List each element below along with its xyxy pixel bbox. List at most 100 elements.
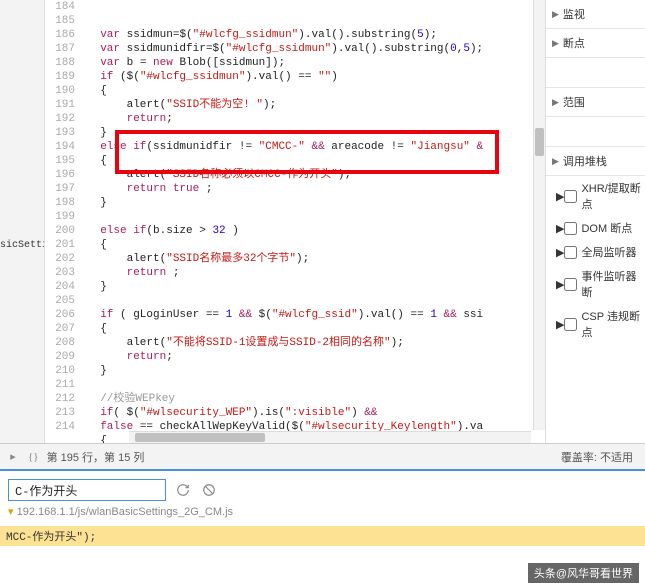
code-line[interactable] — [83, 294, 545, 308]
breakpoint-checkbox[interactable] — [564, 278, 577, 291]
code-line[interactable] — [83, 378, 545, 392]
sidebar-checkbox-row[interactable]: ▶ 事件监听器断 — [546, 264, 645, 304]
line-number: 195 — [45, 154, 75, 168]
breakpoint-checkbox[interactable] — [564, 190, 577, 203]
sidebar-section[interactable]: ▶范围 — [546, 88, 645, 117]
line-number: 207 — [45, 322, 75, 336]
file-tree-item[interactable]: sicSetting — [0, 240, 44, 251]
line-number: 206 — [45, 308, 75, 322]
code-line[interactable]: return true ; — [83, 182, 545, 196]
line-number: 186 — [45, 28, 75, 42]
breakpoint-checkbox[interactable] — [564, 318, 577, 331]
code-line[interactable]: var b = new Blob([ssidmun]); — [83, 56, 545, 70]
refresh-icon[interactable] — [174, 481, 192, 499]
code-line[interactable]: return ; — [83, 266, 545, 280]
code-line[interactable]: var ssidmunidfir=$("#wlcfg_ssidmun").val… — [83, 42, 545, 56]
line-number: 189 — [45, 70, 75, 84]
chevron-right-icon: ▶ — [556, 222, 564, 235]
chevron-right-icon: ▶ — [556, 318, 564, 331]
chevron-right-icon: ▶ — [556, 278, 564, 291]
result-file-path[interactable]: ▾ 192.168.1.1/js/wlanBasicSettings_2G_CM… — [8, 505, 637, 518]
line-number: 205 — [45, 294, 75, 308]
code-line[interactable]: } — [83, 364, 545, 378]
vertical-scrollbar[interactable] — [533, 0, 545, 430]
vertical-scroll-thumb[interactable] — [535, 128, 544, 156]
line-number: 188 — [45, 56, 75, 70]
extensions-icon[interactable]: ▸ — [6, 450, 20, 464]
code-line[interactable]: alert("不能将SSID-1设置成与SSID-2相同的名称"); — [83, 336, 545, 350]
code-content[interactable]: var ssidmun=$("#wlcfg_ssidmun").val().su… — [83, 0, 545, 443]
code-line[interactable]: if( $("#wlsecurity_WEP").is(":visible") … — [83, 406, 545, 420]
line-number: 201 — [45, 238, 75, 252]
format-code-button[interactable]: {} — [28, 451, 39, 463]
code-line[interactable]: alert("SSID名称最多32个字节"); — [83, 252, 545, 266]
sidebar-checkbox-row[interactable]: ▶DOM 断点 — [546, 216, 645, 240]
search-panel: ▾ 192.168.1.1/js/wlanBasicSettings_2G_CM… — [0, 469, 645, 526]
watermark: 头条@风华哥看世界 — [528, 563, 639, 583]
files-tree-panel[interactable]: sicSetting — [0, 0, 45, 443]
line-number: 192 — [45, 112, 75, 126]
status-bar: ▸ {} 第 195 行，第 15 列 覆盖率: 不适用 — [0, 443, 645, 469]
line-number: 198 — [45, 196, 75, 210]
sidebar-section[interactable]: ▶断点 — [546, 29, 645, 58]
line-number: 204 — [45, 280, 75, 294]
chevron-right-icon: ▶ — [556, 190, 564, 203]
chevron-right-icon: ▶ — [552, 38, 559, 49]
line-number: 184 — [45, 0, 75, 14]
code-line[interactable] — [83, 210, 545, 224]
cursor-location: 第 195 行，第 15 列 — [47, 449, 145, 465]
sidebar-section[interactable]: ▶监视 — [546, 0, 645, 29]
line-number: 185 — [45, 14, 75, 28]
coverage-label: 覆盖率: 不适用 — [561, 449, 633, 465]
line-number: 191 — [45, 98, 75, 112]
line-number: 194 — [45, 140, 75, 154]
line-number: 212 — [45, 392, 75, 406]
code-editor[interactable]: 184185186187188189190191192193194195196 1… — [45, 0, 545, 443]
sidebar-section[interactable]: ▶调用堆栈 — [546, 147, 645, 176]
code-line[interactable]: else if(b.size > 32 ) — [83, 224, 545, 238]
horizontal-scrollbar[interactable] — [129, 431, 531, 443]
horizontal-scroll-thumb[interactable] — [135, 433, 265, 442]
debugger-sidebar: ▶监视▶断点 ▶范围 ▶调用堆栈 ▶XHR/提取断点▶DOM 断点▶全局监听器▶… — [545, 0, 645, 443]
sidebar-checkbox-row[interactable]: ▶ CSP 违规断点 — [546, 304, 645, 344]
code-line[interactable]: else if(ssidmunidfir != "CMCC-" && areac… — [83, 140, 545, 154]
code-line[interactable]: } — [83, 280, 545, 294]
line-number: 187 — [45, 42, 75, 56]
code-line[interactable]: { — [83, 238, 545, 252]
checkbox-label: XHR/提取断点 — [581, 180, 641, 212]
code-line[interactable]: { — [83, 154, 545, 168]
code-line[interactable]: return; — [83, 350, 545, 364]
code-line[interactable]: } — [83, 196, 545, 210]
code-line[interactable]: alert("SSID名称必须以CMCC-作为开头"); — [83, 168, 545, 182]
code-line[interactable]: //校验WEPkey — [83, 392, 545, 406]
code-line[interactable]: { — [83, 84, 545, 98]
checkbox-label: 全局监听器 — [581, 244, 636, 260]
search-input[interactable] — [8, 479, 166, 501]
checkbox-label: CSP 违规断点 — [581, 308, 641, 340]
code-line[interactable]: var ssidmun=$("#wlcfg_ssidmun").val().su… — [83, 28, 545, 42]
line-number: 193 — [45, 126, 75, 140]
code-line[interactable]: return; — [83, 112, 545, 126]
line-number: 190 — [45, 84, 75, 98]
chevron-right-icon: ▶ — [552, 156, 559, 167]
chevron-right-icon: ▶ — [556, 246, 564, 259]
line-number: 210 — [45, 364, 75, 378]
code-line[interactable]: { — [83, 322, 545, 336]
line-number: 211 — [45, 378, 75, 392]
breakpoint-checkbox[interactable] — [564, 222, 577, 235]
line-number: 203 — [45, 266, 75, 280]
line-number: 199 — [45, 210, 75, 224]
sidebar-checkbox-row[interactable]: ▶ XHR/提取断点 — [546, 176, 645, 216]
code-line[interactable]: if ( gLoginUser == 1 && $("#wlcfg_ssid")… — [83, 308, 545, 322]
code-line[interactable]: alert("SSID不能为空! "); — [83, 98, 545, 112]
code-line[interactable]: if ($("#wlcfg_ssidmun").val() == "") — [83, 70, 545, 84]
cancel-icon[interactable] — [200, 481, 218, 499]
breakpoint-checkbox[interactable] — [564, 246, 577, 259]
search-result-line[interactable]: MCC-作为开头"); — [0, 526, 645, 546]
sidebar-checkbox-row[interactable]: ▶ 全局监听器 — [546, 240, 645, 264]
code-line[interactable]: } — [83, 126, 545, 140]
line-number: 209 — [45, 350, 75, 364]
checkbox-label: 事件监听器断 — [581, 268, 641, 300]
line-number: 196 — [45, 168, 75, 182]
chevron-right-icon: ▶ — [552, 9, 559, 20]
